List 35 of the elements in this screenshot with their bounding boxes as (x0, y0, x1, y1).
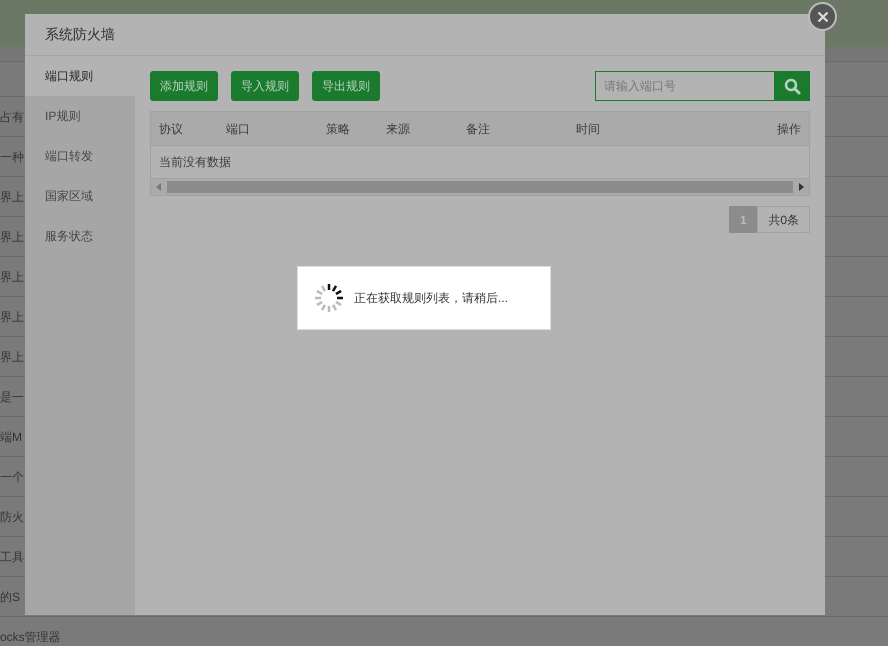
column-header: 备注 (466, 120, 491, 138)
empty-message: 当前没有数据 (159, 154, 231, 171)
sidebar-tab[interactable]: 端口规则 (25, 56, 135, 96)
scrollbar-thumb[interactable] (167, 181, 793, 193)
column-header: 端口 (226, 120, 251, 138)
list-item-text: 的S (0, 588, 20, 606)
list-item-text: 界上 (0, 348, 24, 366)
list-item-text: 一种 (0, 148, 24, 166)
dialog-title: 系统防火墙 (45, 25, 115, 44)
search-icon (784, 78, 801, 94)
list-item-text: 工具 (0, 548, 24, 566)
list-item-text: 是一 (0, 388, 24, 406)
list-item-text: 界上 (0, 228, 24, 246)
action-button[interactable]: 导入规则 (231, 71, 299, 101)
search-field[interactable]: 请输入端口号 (595, 71, 775, 101)
action-button[interactable]: 添加规则 (150, 71, 218, 101)
list-item-text: 界上 (0, 268, 24, 286)
column-header: 协议 (159, 120, 184, 138)
column-header: 时间 (576, 120, 601, 138)
list-item-text: 一个 (0, 468, 24, 486)
list-item-text: 占有 (0, 108, 24, 126)
column-header: 来源 (386, 120, 411, 138)
search-button[interactable] (775, 71, 810, 101)
list-item-text: 界上 (0, 188, 24, 206)
column-header: 策略 (326, 120, 351, 138)
close-icon (816, 10, 828, 22)
loading-spinner-icon (313, 282, 345, 314)
column-header: 操作 (777, 120, 801, 138)
total-count: 共0条 (757, 206, 810, 233)
action-button[interactable]: 导出规则 (312, 71, 380, 101)
list-item-text: 界上 (0, 308, 24, 326)
loading-message: 正在获取规则列表，请稍后... (354, 290, 508, 307)
list-item-text: 端M (0, 428, 22, 446)
list-item-text: 防火 (0, 508, 24, 526)
list-item-text: ocks管理器 (0, 628, 61, 646)
